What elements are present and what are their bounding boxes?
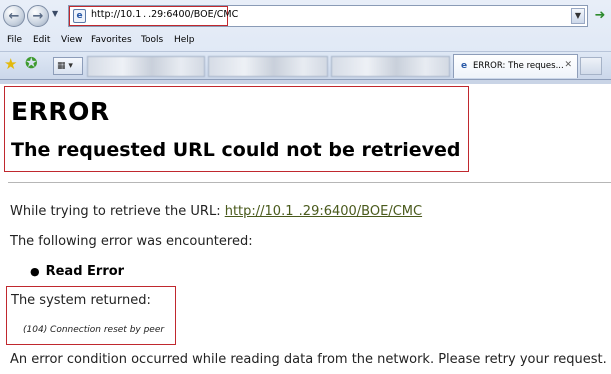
tab-label: ERROR: The reques... bbox=[473, 61, 564, 71]
forward-button[interactable]: → bbox=[27, 5, 49, 27]
forward-arrow-icon: → bbox=[32, 8, 44, 24]
url-line: While trying to retrieve the URL: http:/… bbox=[10, 204, 422, 219]
error-item-label: Read Error bbox=[45, 264, 125, 279]
error-encountered-text: The following error was encountered: bbox=[10, 234, 253, 249]
new-tab-button[interactable] bbox=[580, 57, 602, 75]
back-button[interactable]: ← bbox=[3, 5, 25, 27]
error-list-item: ● Read Error bbox=[30, 264, 124, 279]
menu-edit[interactable]: Edit bbox=[33, 35, 50, 45]
system-returned-detail: (104) Connection reset by peer bbox=[23, 325, 165, 335]
quick-tabs-icon: ▦ ▾ bbox=[57, 61, 73, 71]
tab-page-icon: e bbox=[460, 61, 468, 71]
address-dropdown-icon[interactable]: ▼ bbox=[571, 8, 585, 24]
browser-chrome: ← → ▼ e http://10.1 . .29:6400/BOE/CMC ▼… bbox=[0, 0, 611, 84]
page-title: ERROR bbox=[11, 97, 110, 126]
tab-blurred-2[interactable] bbox=[208, 56, 328, 77]
tab-blurred-1[interactable] bbox=[87, 56, 205, 77]
history-dropdown-icon[interactable]: ▼ bbox=[52, 9, 58, 18]
tab-bar: ★ ✪ ▦ ▾ e ERROR: The reques... ✕ bbox=[0, 51, 611, 80]
menu-help[interactable]: Help bbox=[174, 35, 195, 45]
favorites-star-icon[interactable]: ★ bbox=[4, 57, 17, 72]
page-subtitle: The requested URL could not be retrieved bbox=[11, 139, 461, 161]
back-arrow-icon: ← bbox=[8, 8, 20, 24]
page-icon: e bbox=[73, 9, 86, 23]
divider bbox=[8, 182, 611, 183]
add-favorites-icon[interactable]: ✪ bbox=[25, 56, 38, 71]
bullet-icon: ● bbox=[30, 265, 40, 278]
menu-favorites[interactable]: Favorites bbox=[91, 35, 132, 45]
tab-error[interactable]: e ERROR: The reques... ✕ bbox=[453, 54, 578, 78]
url-prefix: While trying to retrieve the URL: bbox=[10, 204, 225, 219]
address-input[interactable]: http://10.1 . .29:6400/BOE/CMC bbox=[91, 9, 238, 20]
url-link[interactable]: http://10.1 .29:6400/BOE/CMC bbox=[225, 204, 422, 219]
error-heading-highlight: ERROR The requested URL could not be ret… bbox=[4, 86, 469, 172]
address-row: ← → ▼ e http://10.1 . .29:6400/BOE/CMC ▼… bbox=[0, 0, 611, 32]
go-icon[interactable]: ➜ bbox=[592, 7, 608, 24]
error-description: An error condition occurred while readin… bbox=[10, 352, 607, 367]
tab-blurred-3[interactable] bbox=[331, 56, 450, 77]
quick-tabs-button[interactable]: ▦ ▾ bbox=[53, 57, 83, 75]
address-bar[interactable]: e http://10.1 . .29:6400/BOE/CMC ▼ bbox=[68, 5, 588, 27]
page-content: ERROR The requested URL could not be ret… bbox=[0, 84, 611, 374]
menu-file[interactable]: File bbox=[7, 35, 22, 45]
system-returned-label: The system returned: bbox=[11, 293, 151, 308]
menu-view[interactable]: View bbox=[61, 35, 82, 45]
menu-tools[interactable]: Tools bbox=[141, 35, 163, 45]
close-icon[interactable]: ✕ bbox=[564, 60, 572, 70]
menu-bar: File Edit View Favorites Tools Help bbox=[0, 32, 611, 50]
system-returned-highlight: The system returned: (104) Connection re… bbox=[6, 286, 176, 345]
